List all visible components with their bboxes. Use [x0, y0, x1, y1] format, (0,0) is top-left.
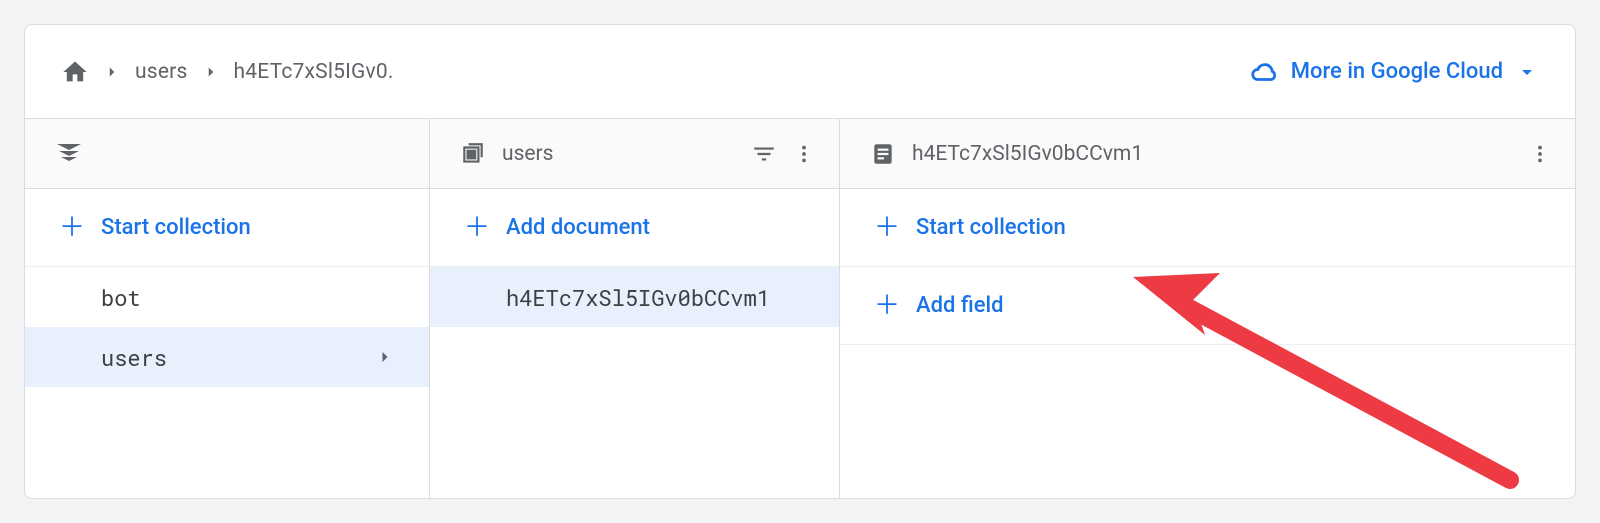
- documents-column-header: users: [430, 119, 839, 189]
- root-column: ＋ Start collection bot users: [25, 119, 430, 498]
- chevron-right-icon: [202, 63, 220, 81]
- firestore-panel: users h4ETc7xSl5IGv0. More in Google Clo…: [24, 24, 1576, 499]
- more-cloud-label: More in Google Cloud: [1291, 59, 1503, 84]
- start-subcollection-button[interactable]: ＋ Start collection: [840, 189, 1575, 267]
- add-document-button[interactable]: ＋ Add document: [430, 189, 839, 267]
- plus-icon: ＋: [874, 215, 900, 241]
- collection-item-bot[interactable]: bot: [25, 267, 429, 327]
- collection-label: users: [101, 343, 167, 372]
- add-field-button[interactable]: ＋ Add field: [840, 267, 1575, 345]
- breadcrumb: users h4ETc7xSl5IGv0.: [61, 58, 1249, 86]
- more-vert-icon[interactable]: [793, 143, 815, 165]
- collection-icon: [460, 141, 486, 167]
- root-column-header: [25, 119, 429, 189]
- database-root-icon: [55, 142, 83, 166]
- columns: ＋ Start collection bot users users: [25, 119, 1575, 498]
- add-document-label: Add document: [506, 215, 650, 240]
- document-icon: [870, 141, 896, 167]
- start-collection-button[interactable]: ＋ Start collection: [25, 189, 429, 267]
- document-column: h4ETc7xSl5IGv0bCCvm1 ＋ Start collection …: [840, 119, 1575, 498]
- collection-label: bot: [101, 283, 141, 312]
- add-field-label: Add field: [916, 293, 1004, 318]
- cloud-icon: [1249, 57, 1279, 87]
- document-title: h4ETc7xSl5IGv0bCCvm1: [912, 142, 1513, 166]
- plus-icon: ＋: [59, 215, 85, 241]
- start-collection-label: Start collection: [101, 215, 251, 240]
- plus-icon: ＋: [874, 293, 900, 319]
- home-icon[interactable]: [61, 58, 89, 86]
- chevron-down-icon: [1515, 60, 1539, 84]
- chevron-right-icon: [375, 347, 395, 367]
- documents-column: users ＋ Add document h4ETc7xSl5IGv0bCCvm…: [430, 119, 840, 498]
- document-id-label: h4ETc7xSl5IGv0bCCvm1: [506, 283, 770, 312]
- start-subcollection-label: Start collection: [916, 215, 1066, 240]
- collection-title: users: [502, 142, 735, 166]
- breadcrumb-item-document[interactable]: h4ETc7xSl5IGv0.: [234, 60, 394, 84]
- more-vert-icon[interactable]: [1529, 143, 1551, 165]
- collection-item-users[interactable]: users: [25, 327, 429, 387]
- plus-icon: ＋: [464, 215, 490, 241]
- chevron-right-icon: [103, 63, 121, 81]
- breadcrumb-item-collection[interactable]: users: [135, 60, 188, 84]
- breadcrumb-bar: users h4ETc7xSl5IGv0. More in Google Clo…: [25, 25, 1575, 119]
- more-in-google-cloud-link[interactable]: More in Google Cloud: [1249, 57, 1539, 87]
- document-column-header: h4ETc7xSl5IGv0bCCvm1: [840, 119, 1575, 189]
- document-item[interactable]: h4ETc7xSl5IGv0bCCvm1: [430, 267, 839, 327]
- filter-icon[interactable]: [751, 141, 777, 167]
